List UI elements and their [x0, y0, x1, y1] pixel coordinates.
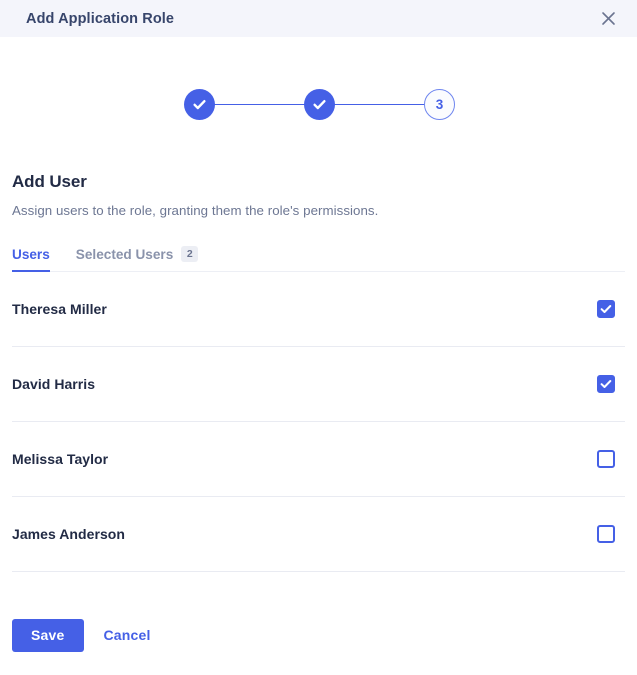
table-row[interactable]: Melissa Taylor: [12, 422, 625, 497]
user-name: Melissa Taylor: [12, 450, 109, 467]
tab-users[interactable]: Users: [12, 247, 50, 272]
tab-selected-users-badge: 2: [181, 246, 199, 262]
stepper-step-3[interactable]: 3: [424, 89, 455, 120]
user-list: Theresa Miller David Harris Melissa Tayl…: [12, 272, 625, 572]
user-name: James Anderson: [12, 525, 126, 542]
section-subtitle: Assign users to the role, granting them …: [12, 203, 379, 218]
modal-body: 3 Add User Assign users to the role, gra…: [0, 89, 637, 652]
section-title: Add User: [12, 172, 87, 191]
close-button[interactable]: [593, 4, 623, 34]
user-select-checkbox[interactable]: [597, 524, 615, 543]
stepper-step-3-label: 3: [435, 97, 444, 112]
tab-users-label: Users: [12, 247, 50, 262]
page-title: Add Application Role: [26, 10, 175, 27]
stepper-connector-2: [334, 103, 425, 106]
user-select-checkbox[interactable]: [597, 299, 615, 318]
check-icon: [311, 96, 328, 113]
stepper: 3: [12, 89, 625, 120]
stepper-step-1[interactable]: [184, 89, 215, 120]
table-row[interactable]: James Anderson: [12, 497, 625, 572]
save-button[interactable]: Save: [12, 618, 84, 652]
user-select-checkbox[interactable]: [597, 374, 615, 393]
modal-header: Add Application Role: [0, 0, 637, 37]
user-name: Theresa Miller: [12, 300, 107, 317]
tab-bar: Users Selected Users 2: [12, 246, 625, 272]
stepper-connector-1: [214, 103, 305, 106]
check-icon: [191, 96, 208, 113]
user-name: David Harris: [12, 375, 96, 392]
user-select-checkbox[interactable]: [597, 449, 615, 468]
modal-footer: Save Cancel: [12, 618, 625, 652]
stepper-step-2[interactable]: [304, 89, 335, 120]
table-row[interactable]: Theresa Miller: [12, 272, 625, 347]
cancel-button[interactable]: Cancel: [98, 627, 157, 643]
tab-selected-users[interactable]: Selected Users 2: [75, 246, 199, 272]
close-icon: [600, 10, 617, 27]
tab-selected-users-label: Selected Users: [75, 246, 174, 262]
table-row[interactable]: David Harris: [12, 347, 625, 422]
